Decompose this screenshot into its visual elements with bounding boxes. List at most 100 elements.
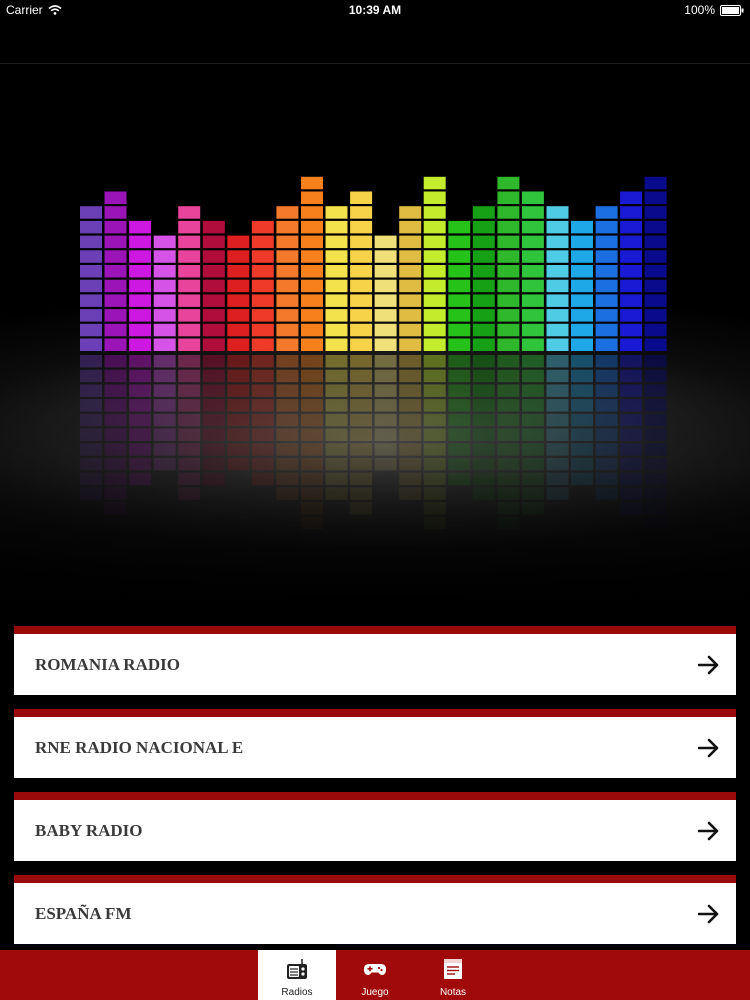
equalizer-block <box>497 206 520 219</box>
equalizer-block <box>374 294 397 307</box>
equalizer-block <box>472 279 495 293</box>
equalizer-block <box>571 309 593 322</box>
equalizer-block <box>80 279 102 293</box>
equalizer-block <box>423 220 446 234</box>
equalizer-block <box>595 235 618 249</box>
equalizer-block <box>104 309 127 322</box>
equalizer-block <box>227 279 250 293</box>
equalizer-block <box>104 206 127 219</box>
equalizer-block <box>571 323 593 337</box>
equalizer-block <box>644 309 667 322</box>
equalizer-block <box>571 338 593 351</box>
equalizer-block <box>153 250 176 263</box>
tab-juego[interactable]: Juego <box>336 950 414 1000</box>
equalizer-banner <box>0 64 750 620</box>
equalizer-block <box>104 250 127 263</box>
equalizer-block <box>301 176 323 190</box>
equalizer-block <box>350 220 373 234</box>
equalizer-block <box>497 235 520 249</box>
equalizer-block <box>521 265 544 278</box>
equalizer-block <box>374 338 397 351</box>
equalizer-block <box>129 235 152 249</box>
station-item-rne-radio-nacional[interactable]: RNE RADIO NACIONAL E <box>14 709 736 778</box>
equalizer-block <box>301 265 323 278</box>
equalizer-block <box>350 235 373 249</box>
equalizer-block <box>276 235 299 249</box>
equalizer-block <box>399 220 422 234</box>
equalizer-block <box>80 250 102 263</box>
arrow-right-icon <box>698 904 719 924</box>
equalizer-block <box>153 309 176 322</box>
equalizer-block <box>202 279 225 293</box>
equalizer-block <box>301 235 323 249</box>
equalizer-block <box>325 309 348 322</box>
equalizer-block <box>644 235 667 249</box>
station-item-espana-fm[interactable]: ESPAÑA FM <box>14 875 736 944</box>
tab-radios[interactable]: Radios <box>258 950 336 1000</box>
equalizer-block <box>497 309 520 322</box>
equalizer-block <box>595 220 618 234</box>
equalizer-block <box>178 250 201 263</box>
equalizer-block <box>350 250 373 263</box>
equalizer-block <box>620 323 643 337</box>
equalizer-block <box>399 235 422 249</box>
equalizer-block <box>129 220 152 234</box>
equalizer-block <box>521 220 544 234</box>
equalizer-block <box>448 220 471 234</box>
equalizer-block <box>80 338 102 351</box>
equalizer-block <box>104 191 127 204</box>
equalizer-block <box>301 220 323 234</box>
equalizer-block <box>374 265 397 278</box>
equalizer-block <box>571 294 593 307</box>
station-label: ESPAÑA FM <box>35 904 132 923</box>
radio-icon <box>287 959 307 979</box>
equalizer-block <box>448 309 471 322</box>
equalizer-block <box>497 279 520 293</box>
equalizer-block <box>276 309 299 322</box>
equalizer-block <box>350 294 373 307</box>
equalizer-block <box>423 323 446 337</box>
gamepad-icon <box>364 964 386 975</box>
battery-icon <box>720 4 744 16</box>
equalizer-block <box>251 220 274 234</box>
equalizer-block <box>472 338 495 351</box>
equalizer-block <box>472 206 495 219</box>
equalizer-block <box>595 279 618 293</box>
station-label: RNE RADIO NACIONAL E <box>35 738 244 757</box>
equalizer-block <box>227 235 250 249</box>
equalizer-block <box>325 206 348 219</box>
equalizer-block <box>178 338 201 351</box>
station-item-baby-radio[interactable]: BABY RADIO <box>14 792 736 861</box>
equalizer-block <box>423 294 446 307</box>
status-bar: Carrier 10:39 AM 100% <box>0 0 750 22</box>
equalizer-block <box>571 220 593 234</box>
equalizer-block <box>620 235 643 249</box>
equalizer-block <box>251 235 274 249</box>
equalizer-block <box>521 338 544 351</box>
equalizer-block <box>251 265 274 278</box>
equalizer-block <box>227 265 250 278</box>
station-item-romania-radio[interactable]: ROMANIA RADIO <box>14 626 736 695</box>
equalizer-block <box>620 294 643 307</box>
equalizer-block <box>301 250 323 263</box>
equalizer-block <box>129 250 152 263</box>
equalizer-block <box>546 220 569 234</box>
equalizer-block <box>251 279 274 293</box>
equalizer-block <box>595 265 618 278</box>
equalizer-block <box>497 220 520 234</box>
equalizer-block <box>80 265 102 278</box>
equalizer-block <box>153 294 176 307</box>
equalizer-block <box>178 279 201 293</box>
equalizer-block <box>350 279 373 293</box>
equalizer-block <box>448 338 471 351</box>
tab-label: Radios <box>281 987 313 998</box>
equalizer-block <box>251 294 274 307</box>
equalizer-block <box>104 235 127 249</box>
equalizer-block <box>202 235 225 249</box>
tab-notas[interactable]: Notas <box>414 950 492 1000</box>
equalizer-block <box>644 294 667 307</box>
equalizer-block <box>129 279 152 293</box>
equalizer-block <box>399 309 422 322</box>
equalizer-block <box>595 323 618 337</box>
equalizer-block <box>546 250 569 263</box>
